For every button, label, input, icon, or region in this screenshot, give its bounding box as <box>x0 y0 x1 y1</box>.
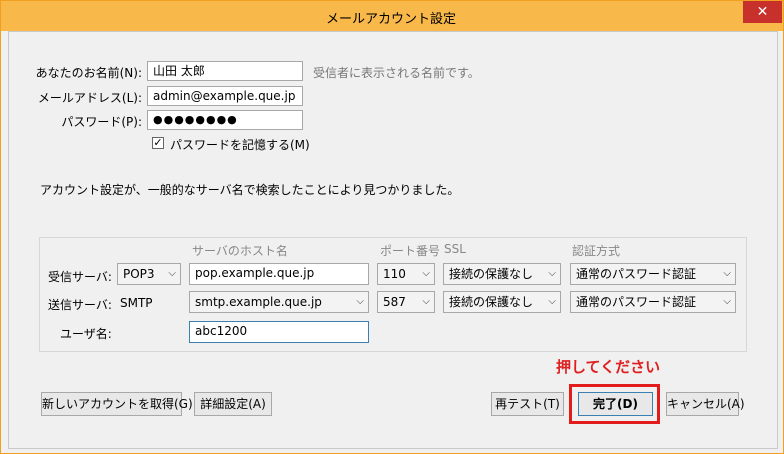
chevron-down-icon: ⌵ <box>168 268 176 279</box>
retest-button[interactable]: 再テスト(T) <box>491 392 564 416</box>
outgoing-port-select[interactable]: 587 ⌵ <box>377 291 435 313</box>
incoming-auth-value: 通常のパスワード認証 <box>576 267 697 281</box>
close-icon: ✕ <box>756 4 769 20</box>
window-title: メールアカウント設定 <box>325 12 456 27</box>
chevron-down-icon: ⌵ <box>422 296 430 307</box>
advanced-settings-button[interactable]: 詳細設定(A) <box>194 392 272 416</box>
incoming-ssl-select[interactable]: 接続の保護なし ⌵ <box>443 263 561 285</box>
callout-text: 押してください <box>556 358 661 376</box>
username-input[interactable]: abc1200 <box>189 321 369 343</box>
outgoing-ssl-value: 接続の保護なし <box>449 295 534 309</box>
column-header-host: サーバのホスト名 <box>192 244 288 258</box>
name-hint: 受信者に表示される名前です。 <box>313 66 480 80</box>
remember-password-checkbox[interactable]: ✓ <box>152 137 164 149</box>
password-label: パスワード(P): <box>61 115 142 129</box>
outgoing-host-select[interactable]: smtp.example.que.jp ⌵ <box>189 291 369 313</box>
email-label: メールアドレス(L): <box>37 91 142 105</box>
name-input[interactable]: 山田 太郎 <box>147 61 303 81</box>
column-header-ssl: SSL <box>444 242 466 256</box>
username-label: ユーザ名: <box>60 327 112 341</box>
outgoing-auth-select[interactable]: 通常のパスワード認証 ⌵ <box>570 291 736 313</box>
incoming-port-select[interactable]: 110 ⌵ <box>377 263 435 285</box>
chevron-down-icon: ⌵ <box>548 296 556 307</box>
outgoing-ssl-select[interactable]: 接続の保護なし ⌵ <box>443 291 561 313</box>
outgoing-protocol: SMTP <box>120 296 153 310</box>
incoming-protocol-value: POP3 <box>123 267 155 281</box>
email-input[interactable]: admin@example.que.jp <box>147 86 303 106</box>
column-header-auth: 認証方式 <box>572 244 621 258</box>
incoming-auth-select[interactable]: 通常のパスワード認証 ⌵ <box>570 263 736 285</box>
outgoing-host-value: smtp.example.que.jp <box>195 295 322 309</box>
incoming-protocol-select[interactable]: POP3 ⌵ <box>117 263 181 285</box>
password-input[interactable]: ●●●●●●●● <box>147 110 303 130</box>
outgoing-server-label: 送信サーバ: <box>48 298 112 312</box>
close-button[interactable]: ✕ <box>743 1 782 23</box>
outgoing-port-value: 587 <box>383 295 406 309</box>
name-label: あなたのお名前(N): <box>35 66 142 80</box>
column-header-port: ポート番号 <box>380 244 441 258</box>
remember-password-label: パスワードを記憶する(M) <box>170 138 310 152</box>
cancel-button[interactable]: キャンセル(A) <box>666 392 745 416</box>
chevron-down-icon: ⌵ <box>422 268 430 279</box>
incoming-port-value: 110 <box>383 267 406 281</box>
incoming-server-label: 受信サーバ: <box>48 270 112 284</box>
chevron-down-icon: ⌵ <box>548 268 556 279</box>
status-message: アカウント設定が、一般的なサーバ名で検索したことにより見つかりました。 <box>40 183 460 197</box>
chevron-down-icon: ⌵ <box>723 296 731 307</box>
get-new-account-button[interactable]: 新しいアカウントを取得(G) <box>41 392 193 416</box>
chevron-down-icon: ⌵ <box>356 296 364 307</box>
incoming-ssl-value: 接続の保護なし <box>449 267 534 281</box>
incoming-host-input[interactable]: pop.example.que.jp <box>189 263 369 285</box>
chevron-down-icon: ⌵ <box>723 268 731 279</box>
done-button[interactable]: 完了(D) <box>578 392 653 416</box>
outgoing-auth-value: 通常のパスワード認証 <box>576 295 697 309</box>
